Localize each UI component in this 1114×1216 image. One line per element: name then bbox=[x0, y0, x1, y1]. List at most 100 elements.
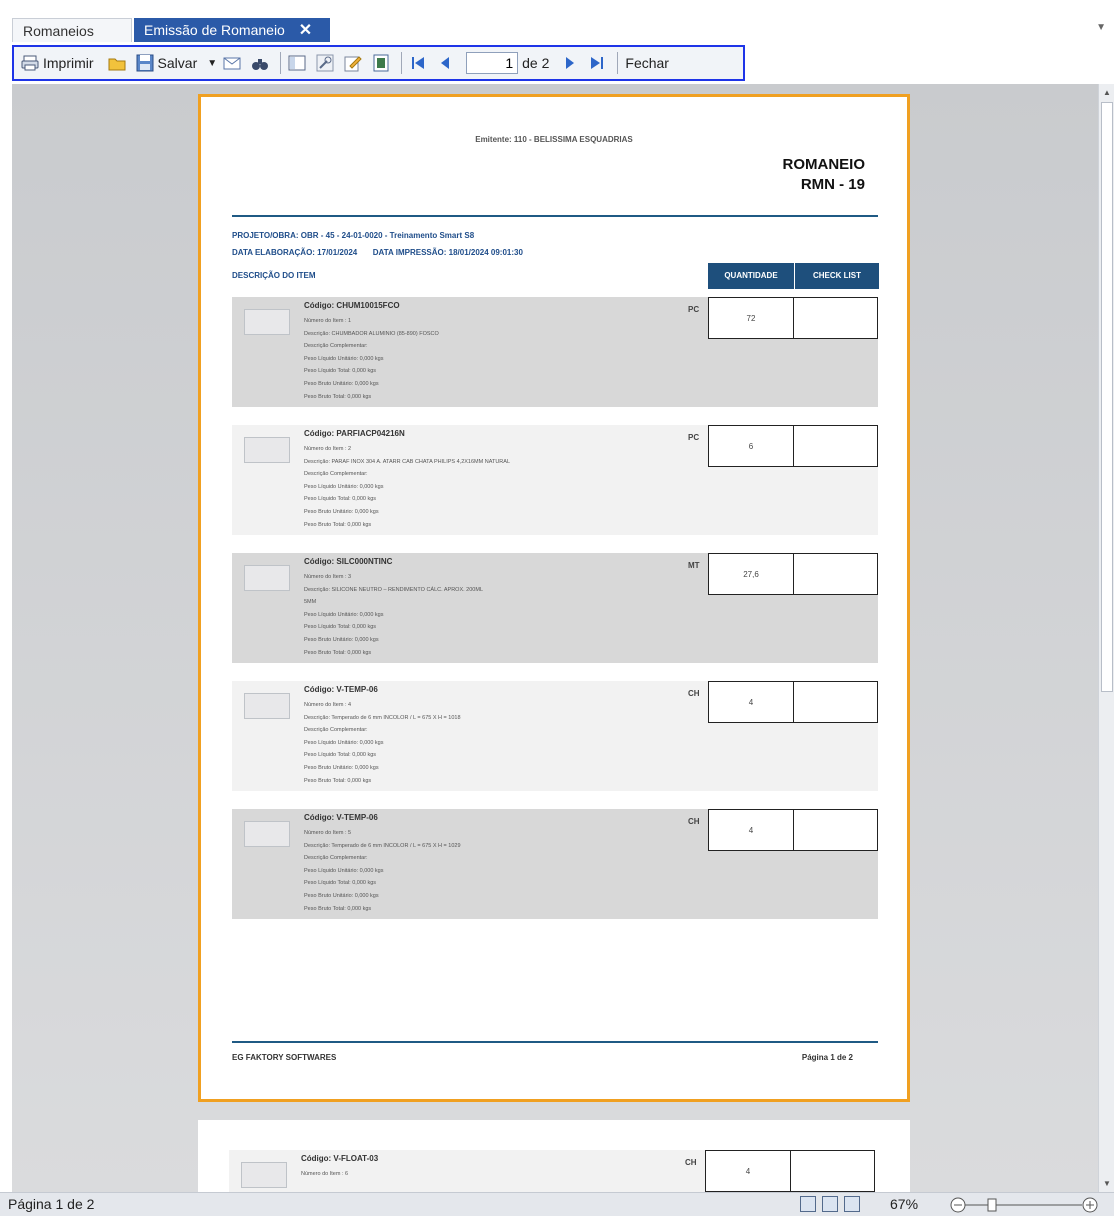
list-item: Código: CHUM10015FCO Número do Item : 1 De… bbox=[232, 297, 878, 407]
item-detail-line: Descrição Complementar: bbox=[304, 471, 368, 478]
item-quantity: 72 bbox=[708, 297, 794, 339]
whole-page-icon[interactable] bbox=[844, 1196, 860, 1212]
tab-romaneios[interactable]: Romaneios bbox=[12, 18, 132, 42]
item-details: Número do Item : 4 Descrição: Temperado d… bbox=[304, 699, 461, 787]
item-detail-line: Peso Líquido Total: 0,000 kgs bbox=[304, 752, 377, 759]
item-thumbnail bbox=[244, 693, 290, 719]
first-page-button[interactable] bbox=[406, 50, 434, 76]
item-detail-line: Peso Líquido Unitário: 0,000 kgs bbox=[304, 867, 384, 874]
list-item: Código: V-FLOAT-03 Número do Item : 6 CH… bbox=[229, 1150, 875, 1192]
item-thumbnail bbox=[241, 1162, 287, 1188]
item-detail-line: Descrição: CHUMBADOR ALUMINIO (85-890) F… bbox=[304, 330, 439, 337]
item-details: Número do Item : 5 Descrição: Temperado d… bbox=[304, 827, 461, 915]
item-details: Número do Item : 2 Descrição: PARAF INOX … bbox=[304, 443, 510, 531]
close-button[interactable]: Fechar bbox=[622, 50, 672, 76]
zoom-slider-thumb[interactable] bbox=[987, 1198, 997, 1212]
previous-page-button[interactable] bbox=[434, 50, 462, 76]
report-title: ROMANEIO RMN - 19 bbox=[783, 155, 866, 195]
page-count-label: de 2 bbox=[522, 55, 550, 71]
edit-button[interactable] bbox=[341, 50, 369, 76]
item-detail-line: Número do Item : 5 bbox=[304, 830, 352, 836]
item-detail-line: Peso Líquido Total: 0,000 kgs bbox=[304, 368, 377, 375]
vertical-scrollbar[interactable]: ▲ ▼ bbox=[1098, 84, 1114, 1192]
item-unit: MT bbox=[688, 561, 700, 570]
item-detail-line: Peso Líquido Unitário: 0,000 kgs bbox=[304, 355, 384, 362]
item-detail-line: Peso Bruto Unitário: 0,000 kgs bbox=[304, 380, 379, 387]
list-item: Código: V-TEMP-06 Número do Item : 4 Descr… bbox=[232, 681, 878, 791]
item-thumbnail bbox=[244, 437, 290, 463]
find-button[interactable] bbox=[248, 50, 276, 76]
tab-label: Romaneios bbox=[23, 23, 94, 39]
emitente: Emitente: 110 - BELISSIMA ESQUADRIAS bbox=[475, 135, 633, 144]
item-detail-line: Peso Bruto Total: 0,000 kgs bbox=[304, 521, 372, 528]
page-setup-icon bbox=[373, 54, 389, 72]
item-checkbox bbox=[793, 809, 878, 851]
item-thumbnail bbox=[244, 821, 290, 847]
item-details: Número do Item : 1 Descrição: CHUMBADOR A… bbox=[304, 315, 439, 403]
chevron-down-icon[interactable]: ▼ bbox=[207, 58, 217, 69]
tab-dropdown-icon[interactable]: ▼ bbox=[1096, 22, 1106, 33]
zoom-slider[interactable] bbox=[950, 1197, 1098, 1213]
project-line: PROJETO/OBRA: OBR - 45 - 24-01-0020 - Tr… bbox=[232, 231, 475, 240]
document-map-icon bbox=[288, 55, 306, 71]
quantity-header: QUANTIDADE bbox=[708, 263, 794, 289]
item-detail-line: Descrição Complementar: bbox=[304, 343, 368, 350]
item-quantity: 4 bbox=[705, 1150, 791, 1192]
list-item: Código: V-TEMP-06 Número do Item : 5 Descr… bbox=[232, 809, 878, 919]
item-unit: PC bbox=[688, 305, 700, 314]
parameters-button[interactable] bbox=[313, 50, 341, 76]
item-detail-line: Peso Líquido Unitário: 0,000 kgs bbox=[304, 611, 384, 618]
item-code: Código: V-FLOAT-03 bbox=[301, 1154, 379, 1163]
item-detail-line: Descrição: SILICONE NEUTRO – RENDIMENTO … bbox=[304, 586, 483, 593]
item-unit: CH bbox=[685, 1158, 697, 1167]
document-map-button[interactable] bbox=[285, 50, 313, 76]
page-number-input[interactable] bbox=[466, 52, 519, 74]
item-detail-line: Descrição: Temperado de 6 mm INCOLOR / L… bbox=[304, 714, 461, 721]
view-mode-buttons bbox=[800, 1196, 860, 1212]
report-page-2: Código: V-FLOAT-03 Número do Item : 6 CH… bbox=[198, 1120, 910, 1192]
checklist-header: CHECK LIST bbox=[795, 263, 879, 289]
item-detail-line: Peso Líquido Total: 0,000 kgs bbox=[304, 880, 377, 887]
save-icon bbox=[136, 54, 154, 72]
scrollbar-thumb[interactable] bbox=[1101, 102, 1113, 692]
wrench-icon bbox=[316, 54, 334, 72]
item-checkbox bbox=[793, 553, 878, 595]
item-code: Código: PARFIACP04216N bbox=[304, 429, 405, 438]
item-code: Código: SILC000NTINC bbox=[304, 557, 393, 566]
open-button[interactable] bbox=[105, 50, 133, 76]
tab-label: Emissão de Romaneio bbox=[144, 22, 285, 38]
item-detail-line: Peso Líquido Total: 0,000 kgs bbox=[304, 624, 377, 631]
item-quantity: 6 bbox=[708, 425, 794, 467]
status-page-text: Página 1 de 2 bbox=[8, 1196, 95, 1212]
status-bar: Página 1 de 2 67% bbox=[0, 1192, 1114, 1216]
email-button[interactable] bbox=[220, 50, 248, 76]
print-label: Imprimir bbox=[43, 55, 94, 71]
item-detail-line: Peso Líquido Total: 0,000 kgs bbox=[304, 496, 377, 503]
scroll-down-icon[interactable]: ▼ bbox=[1103, 1179, 1111, 1188]
item-detail-line: Descrição Complementar: bbox=[304, 727, 368, 734]
report-toolbar: Imprimir Salvar ▼ de 2 Fechar bbox=[12, 45, 745, 81]
item-unit: CH bbox=[688, 689, 700, 698]
list-item: Código: PARFIACP04216N Número do Item : 2… bbox=[232, 425, 878, 535]
scroll-up-icon[interactable]: ▲ bbox=[1103, 88, 1111, 97]
page-setup-button[interactable] bbox=[369, 50, 397, 76]
item-detail-line: Peso Bruto Total: 0,000 kgs bbox=[304, 777, 372, 784]
item-details: Número do Item : 6 bbox=[301, 1171, 349, 1177]
first-page-icon bbox=[412, 57, 425, 69]
tab-emissao-romaneio[interactable]: Emissão de Romaneio ✕ bbox=[134, 18, 330, 42]
item-checkbox bbox=[793, 425, 878, 467]
item-detail-line: Peso Líquido Unitário: 0,000 kgs bbox=[304, 483, 384, 490]
binoculars-icon bbox=[252, 59, 269, 70]
item-detail-line: Peso Bruto Unitário: 0,000 kgs bbox=[304, 764, 379, 771]
last-page-button[interactable] bbox=[585, 50, 613, 76]
print-layout-icon[interactable] bbox=[800, 1196, 816, 1212]
page-width-icon[interactable] bbox=[822, 1196, 838, 1212]
close-icon[interactable]: ✕ bbox=[299, 22, 312, 39]
print-button[interactable]: Imprimir bbox=[18, 50, 97, 76]
next-page-button[interactable] bbox=[557, 50, 585, 76]
item-code: Código: V-TEMP-06 bbox=[304, 685, 378, 694]
footer-page: Página 1 de 2 bbox=[801, 1053, 853, 1062]
item-details: Número do Item : 3 Descrição: SILICONE NE… bbox=[304, 571, 483, 659]
save-button[interactable]: Salvar ▼ bbox=[133, 50, 221, 76]
toolbar-separator bbox=[401, 52, 403, 74]
